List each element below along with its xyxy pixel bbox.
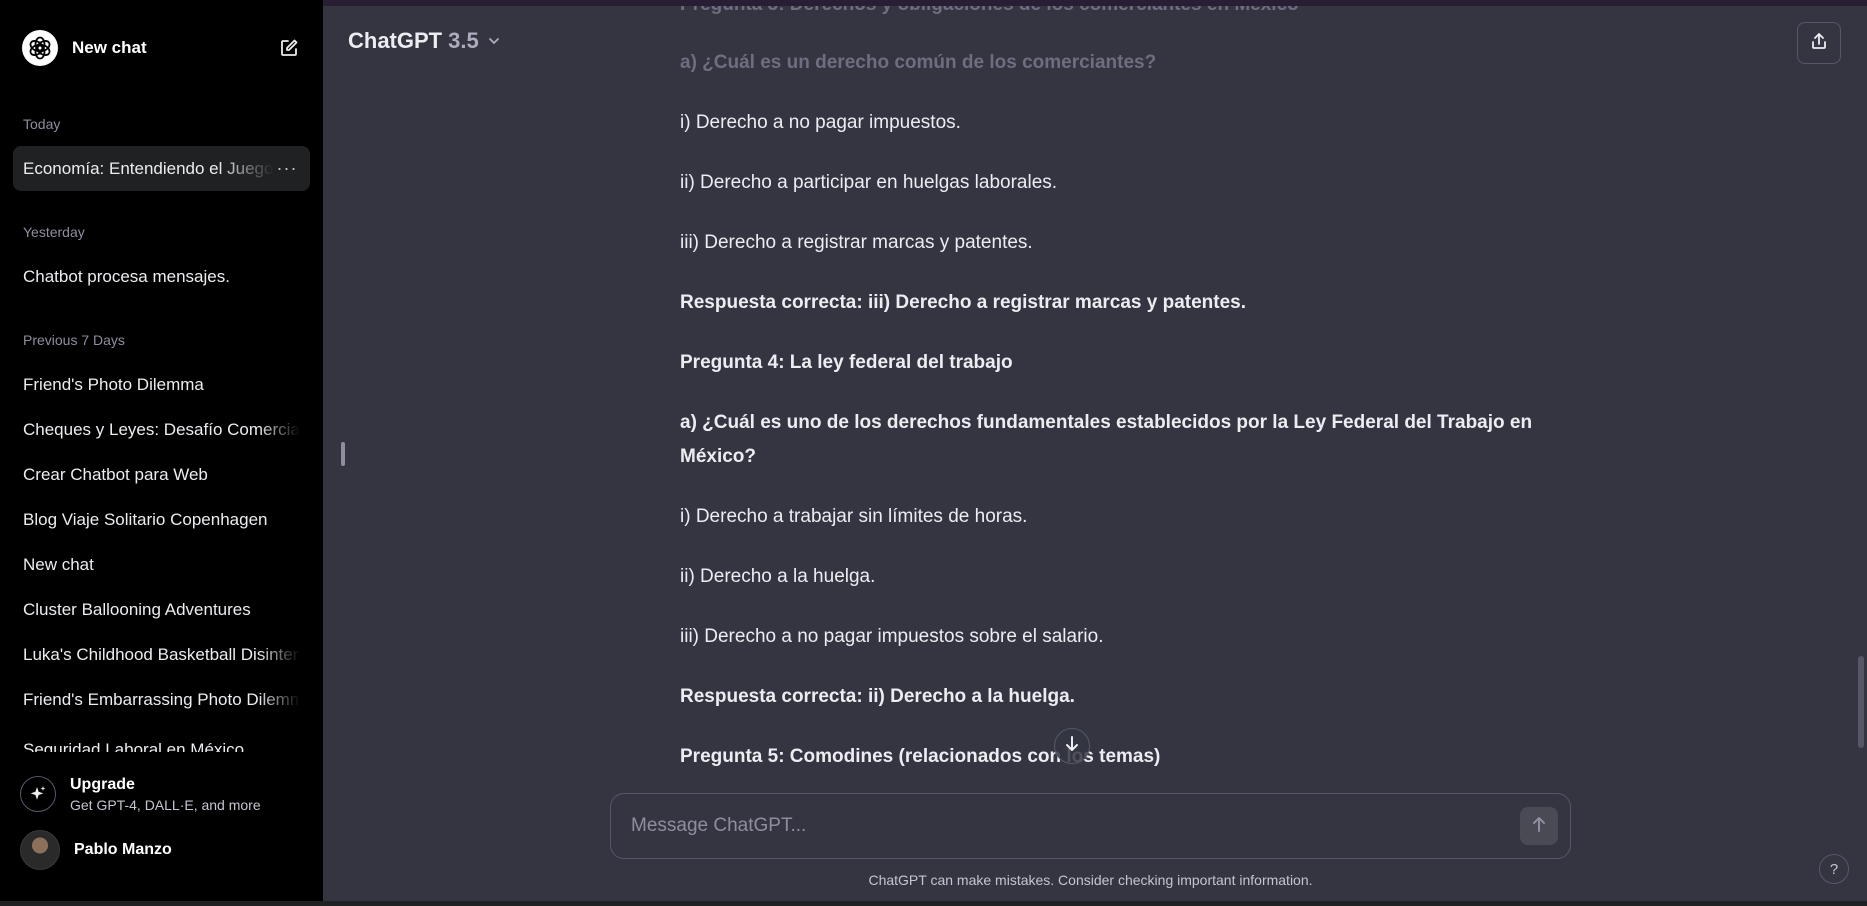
history-item-label: Cluster Ballooning Adventures xyxy=(23,599,251,619)
message-line: ii) Derecho a la huelga. xyxy=(680,566,876,587)
model-version: 3.5 xyxy=(448,28,479,53)
history-group-title: Yesterday xyxy=(23,224,85,240)
history-item[interactable]: Chatbot procesa mensajes. xyxy=(13,254,310,299)
history-item-label: Friend's Photo Dilemma xyxy=(23,374,204,394)
history-item[interactable]: New chat xyxy=(13,542,310,587)
message-line: i) Derecho a no pagar impuestos. xyxy=(680,112,961,133)
message-line: i) Derecho a trabajar sin límites de hor… xyxy=(680,506,1028,527)
upgrade-subtitle: Get GPT-4, DALL·E, and more xyxy=(70,796,261,813)
message-line: Respuesta correcta: ii) Derecho a la hue… xyxy=(680,686,1075,707)
scrollbar[interactable] xyxy=(1858,656,1864,748)
history-item[interactable]: Luka's Childhood Basketball Disinterest xyxy=(13,632,310,677)
history-item-label: Friend's Embarrassing Photo Dilemma xyxy=(23,689,300,709)
openai-logo-icon[interactable] xyxy=(22,30,58,66)
more-options-icon[interactable]: ··· xyxy=(274,158,300,179)
history-item[interactable]: Cluster Ballooning Adventures xyxy=(13,587,310,632)
new-chat-button[interactable]: New chat xyxy=(72,38,277,58)
sparkle-icon xyxy=(20,776,56,812)
message-line: iii) Derecho a no pagar impuestos sobre … xyxy=(680,626,1104,647)
history-item[interactable]: Blog Viaje Solitario Copenhagen xyxy=(13,497,310,542)
conversation: Pregunta 3: Derechos y obligaciones de l… xyxy=(680,6,1540,766)
model-name: ChatGPT xyxy=(348,28,443,53)
window-bottom-strip xyxy=(0,901,1867,906)
history-item-label: Chatbot procesa mensajes. xyxy=(23,266,230,286)
history-item-label: Luka's Childhood Basketball Disinterest xyxy=(23,644,300,664)
user-menu[interactable]: Pablo Manzo xyxy=(20,824,303,876)
chevron-down-icon xyxy=(487,28,501,54)
history-group-title: Today xyxy=(23,116,61,132)
arrow-up-icon xyxy=(1530,815,1548,838)
history-item-label: Economía: Entendiendo el Juego xyxy=(23,158,274,178)
history-item[interactable]: Crear Chatbot para Web xyxy=(13,452,310,497)
disclaimer: ChatGPT can make mistakes. Consider chec… xyxy=(868,872,1313,888)
avatar xyxy=(20,830,60,870)
message-line: iii) Derecho a registrar marcas y patent… xyxy=(680,232,1033,253)
arrow-down-icon xyxy=(1063,735,1081,758)
message-line: a) ¿Cuál es uno de los derechos fundamen… xyxy=(680,412,1533,467)
upgrade-title: Upgrade xyxy=(70,775,135,793)
message-line: Pregunta 3: Derechos y obligaciones de l… xyxy=(680,6,1299,22)
history-item-label: Blog Viaje Solitario Copenhagen xyxy=(23,509,268,529)
history-item-label: Seguridad Laboral en México xyxy=(23,740,245,752)
send-button[interactable] xyxy=(1520,807,1558,845)
main-panel: ChatGPT 3.5 Pregunta 3: Derechos y oblig… xyxy=(323,6,1867,901)
share-icon xyxy=(1809,31,1829,56)
sidebar-header: New chat xyxy=(0,0,323,96)
history-item-label: Crear Chatbot para Web xyxy=(23,464,208,484)
message-line: Respuesta correcta: iii) Derecho a regis… xyxy=(680,292,1247,313)
history-item[interactable]: Cheques y Leyes: Desafío Comercial xyxy=(13,407,310,452)
message-line: a) ¿Cuál es un derecho común de los come… xyxy=(680,52,1157,73)
history-item-label: New chat xyxy=(23,554,94,574)
history-group-title: Previous 7 Days xyxy=(23,332,125,348)
message-line: Pregunta 4: La ley federal del trabajo xyxy=(680,352,1013,373)
message-line: ii) Derecho a participar en huelgas labo… xyxy=(680,172,1058,193)
history-item-label: Cheques y Leyes: Desafío Comercial xyxy=(23,419,300,439)
message-composer xyxy=(610,793,1571,859)
edit-icon[interactable] xyxy=(277,36,301,60)
chat-history: Today Economía: Entendiendo el Juego ···… xyxy=(0,96,323,756)
history-item-active[interactable]: Economía: Entendiendo el Juego ··· xyxy=(13,146,310,191)
upgrade-button[interactable]: Upgrade Get GPT-4, DALL·E, and more xyxy=(20,768,303,820)
sidebar: New chat Today Economía: Entendiendo el … xyxy=(0,0,323,901)
help-button[interactable]: ? xyxy=(1819,854,1849,884)
user-name: Pablo Manzo xyxy=(74,841,172,858)
history-item[interactable]: Friend's Photo Dilemma xyxy=(13,362,310,407)
sidebar-toggle-handle[interactable] xyxy=(341,442,345,466)
upgrade-text: Upgrade Get GPT-4, DALL·E, and more xyxy=(70,776,261,813)
model-selector[interactable]: ChatGPT 3.5 xyxy=(348,28,501,54)
sidebar-footer: Upgrade Get GPT-4, DALL·E, and more Pabl… xyxy=(0,756,323,901)
message-input[interactable] xyxy=(629,814,1520,838)
history-item[interactable]: Friend's Embarrassing Photo Dilemma xyxy=(13,677,310,722)
share-button[interactable] xyxy=(1797,22,1841,64)
history-item[interactable]: Seguridad Laboral en México xyxy=(13,722,310,752)
scroll-to-bottom-button[interactable] xyxy=(1054,728,1090,764)
